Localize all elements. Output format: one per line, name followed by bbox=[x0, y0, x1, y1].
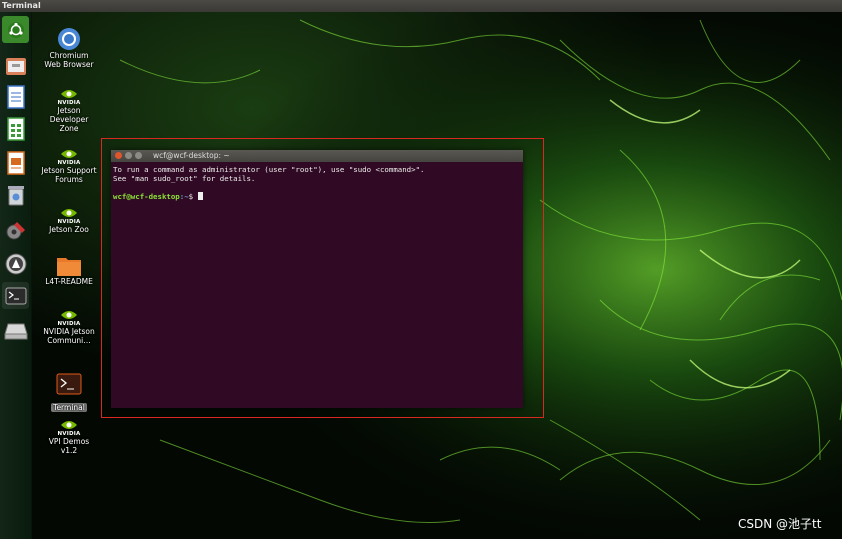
desktop-icon-vpi-demos[interactable]: NVIDIA VPI Demos v1.2 bbox=[41, 419, 97, 455]
terminal-icon[interactable] bbox=[2, 282, 29, 309]
desktop-icon-label: Terminal bbox=[51, 403, 87, 412]
desktop-icon-jetson-support-forums[interactable]: NVIDIA Jetson Support Forums bbox=[41, 148, 97, 184]
nvidia-logo-icon bbox=[61, 421, 77, 429]
desktop-icon-terminal[interactable]: Terminal bbox=[41, 373, 97, 414]
desktop-icon-label: L4T-README bbox=[45, 277, 93, 286]
highlight-box bbox=[101, 138, 544, 418]
software-updater-icon[interactable] bbox=[2, 250, 29, 277]
chromium-icon bbox=[58, 28, 80, 50]
watermark: CSDN @池子tt bbox=[738, 517, 822, 531]
desktop-icon-l4t-readme[interactable]: L4T-README bbox=[41, 255, 97, 286]
nvidia-logo-icon bbox=[61, 150, 77, 158]
files-icon[interactable] bbox=[2, 52, 29, 79]
writer-icon[interactable] bbox=[2, 83, 29, 110]
desktop-icon-jetson-developer-zone[interactable]: NVIDIA Jetson Developer Zone bbox=[41, 88, 97, 133]
launcher-bar bbox=[0, 12, 32, 539]
trash-icon[interactable] bbox=[2, 181, 29, 208]
impress-icon[interactable] bbox=[2, 149, 29, 176]
nvidia-logo-icon bbox=[61, 90, 77, 98]
active-app-title: Terminal bbox=[2, 1, 41, 10]
desktop-icon-label: Jetson Support Forums bbox=[41, 166, 97, 184]
desktop-icon-chromium[interactable]: Chromium Web Browser bbox=[41, 27, 97, 69]
desktop-icon-label: Jetson Developer Zone bbox=[49, 106, 89, 133]
desktop-icon-nvidia-jetson-community[interactable]: NVIDIA NVIDIA Jetson Communi… bbox=[41, 309, 97, 345]
desktop-icon-jetson-zoo[interactable]: NVIDIA Jetson Zoo bbox=[41, 207, 97, 234]
folder-icon bbox=[57, 258, 81, 276]
terminal-icon bbox=[56, 373, 82, 395]
desktop-icon-label: Jetson Zoo bbox=[49, 225, 89, 234]
ubuntu-dash-icon[interactable] bbox=[2, 16, 29, 43]
desktop-icon-label: VPI Demos v1.2 bbox=[48, 437, 90, 455]
drive-icon[interactable] bbox=[2, 317, 29, 344]
desktop-icon-label: Chromium Web Browser bbox=[44, 51, 94, 69]
desktop-icon-label: NVIDIA Jetson Communi… bbox=[43, 327, 95, 345]
settings-icon[interactable] bbox=[2, 216, 29, 243]
top-panel: Terminal bbox=[0, 0, 842, 12]
nvidia-logo-icon bbox=[61, 209, 77, 217]
nvidia-logo-icon bbox=[61, 311, 77, 319]
calc-icon[interactable] bbox=[2, 115, 29, 142]
